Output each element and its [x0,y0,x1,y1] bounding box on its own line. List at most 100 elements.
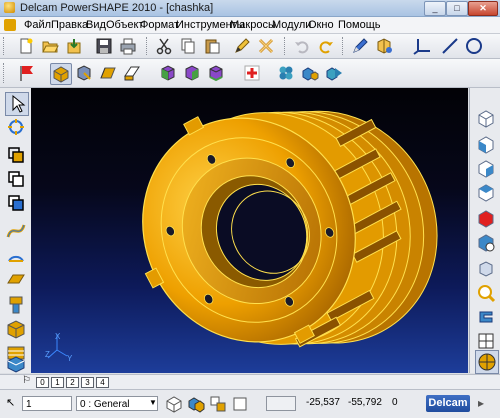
wireframe-icon[interactable] [5,144,27,166]
graphics-viewport[interactable]: X Z Y [31,88,468,373]
view-back-icon[interactable] [475,182,497,204]
save-icon[interactable] [94,36,114,56]
tabs-icon[interactable]: ⚐ [22,375,31,386]
level-select[interactable]: 0 : General [76,396,158,411]
block-icon[interactable] [5,318,27,340]
chevron-down-icon[interactable]: ▼ [149,398,157,407]
flag-icon[interactable] [16,63,36,83]
cut-icon[interactable] [154,36,174,56]
layer-tab-1[interactable]: 1 [51,377,64,388]
layer-tab-4[interactable]: 4 [96,377,109,388]
solid-icon[interactable] [5,192,27,214]
grid-icon[interactable] [475,330,497,352]
menu-window[interactable]: Окно [308,19,334,31]
cube-blue-icon[interactable] [300,63,320,83]
view-rotate-icon[interactable] [74,63,94,83]
window-title: Delcam PowerSHAPE 2010 - [chashka] [20,2,214,14]
model-box-icon[interactable] [230,394,250,414]
toolbar-separator [342,37,346,55]
transform-icon[interactable] [5,116,27,138]
x-coordinate: -25,537 [306,397,340,408]
import-icon[interactable] [64,36,84,56]
shade-edges-icon[interactable] [182,63,202,83]
model-view[interactable] [31,88,468,373]
toolbar-grip[interactable] [3,63,7,83]
view-right-icon[interactable] [475,158,497,180]
layer-tab-2[interactable]: 2 [66,377,79,388]
pen-icon[interactable] [350,36,370,56]
spin-icon[interactable] [475,306,497,328]
main-toolbar [0,34,500,59]
redo-icon[interactable] [316,36,336,56]
view-iso-icon[interactable] [50,63,72,85]
view-plane-icon[interactable] [122,63,142,83]
help-icon[interactable]: ▸ [478,396,484,410]
circle-icon[interactable] [464,36,484,56]
axis-label-z: Z [45,350,50,359]
zoom-icon[interactable] [475,282,497,304]
axis-icon[interactable] [412,36,432,56]
view-top-icon[interactable] [475,108,497,130]
dimension-icon[interactable] [5,294,27,316]
select-arrow-icon[interactable] [5,92,29,116]
menu-view[interactable]: Вид [86,19,106,31]
menu-modules[interactable]: Модули [272,19,311,31]
curve-icon[interactable] [5,220,27,242]
maximize-button[interactable]: □ [446,1,468,16]
menu-format[interactable]: Формат [140,19,179,31]
sphere-icon[interactable] [475,350,499,374]
layer-field[interactable]: 1 [22,396,72,411]
left-toolbox [0,88,32,373]
minimize-button[interactable]: _ [424,1,446,16]
coordinate-mode-field[interactable] [266,396,296,411]
document-icon[interactable] [4,19,16,31]
shade-half-icon[interactable] [206,63,226,83]
view-toolbar [0,59,500,88]
axis-label-y: Y [67,354,73,363]
paste-icon[interactable] [202,36,222,56]
menu-file[interactable]: Файл [24,19,51,31]
cluster-icon[interactable] [276,63,296,83]
close-button[interactable]: ✕ [468,1,498,16]
delete-icon[interactable] [256,36,276,56]
open-icon[interactable] [40,36,60,56]
workplane-icon[interactable] [5,268,27,290]
copy-icon[interactable] [178,36,198,56]
right-toolbox [469,88,500,374]
model-cubes-icon[interactable] [186,394,206,414]
z-coordinate: 0 [392,397,398,408]
menu-macros[interactable]: Макросы [230,19,276,31]
arc-icon[interactable] [5,244,27,266]
undo-icon[interactable] [292,36,312,56]
menu-edit[interactable]: Правка [51,19,88,31]
model-group-icon[interactable] [208,394,228,414]
view-iso2-icon[interactable] [475,232,497,254]
layer-tabbar: ⚐ 0 1 2 3 4 [0,374,500,389]
add-red-icon[interactable] [242,63,262,83]
edit-icon[interactable] [232,36,252,56]
view-section-icon[interactable] [98,63,118,83]
toolbar-grip[interactable] [3,37,7,55]
layer-tab-3[interactable]: 3 [81,377,94,388]
model-cube-icon[interactable] [164,394,184,414]
surface-icon[interactable] [5,168,27,190]
view-front-icon[interactable] [475,134,497,156]
app-icon [4,2,15,13]
pointer-icon: ↖ [6,397,16,409]
cube-arrow-icon[interactable] [324,63,344,83]
delcam-logo: Delcam [426,395,470,412]
part-model[interactable] [92,88,468,373]
paint-icon[interactable] [374,36,394,56]
shade-icon[interactable] [158,63,178,83]
assembly-icon[interactable] [5,352,27,374]
view-iso1-icon[interactable] [475,208,497,230]
layer-tab-0[interactable]: 0 [36,377,49,388]
menu-bar: Файл Правка Вид Объект Формат Инструмент… [0,17,500,34]
menu-object[interactable]: Объект [106,19,143,31]
menu-help[interactable]: Помощь [338,19,381,31]
toolbar-separator [146,37,150,55]
line-icon[interactable] [440,36,460,56]
print-icon[interactable] [118,36,138,56]
view-iso3-icon[interactable] [475,258,497,280]
new-icon[interactable] [16,36,36,56]
